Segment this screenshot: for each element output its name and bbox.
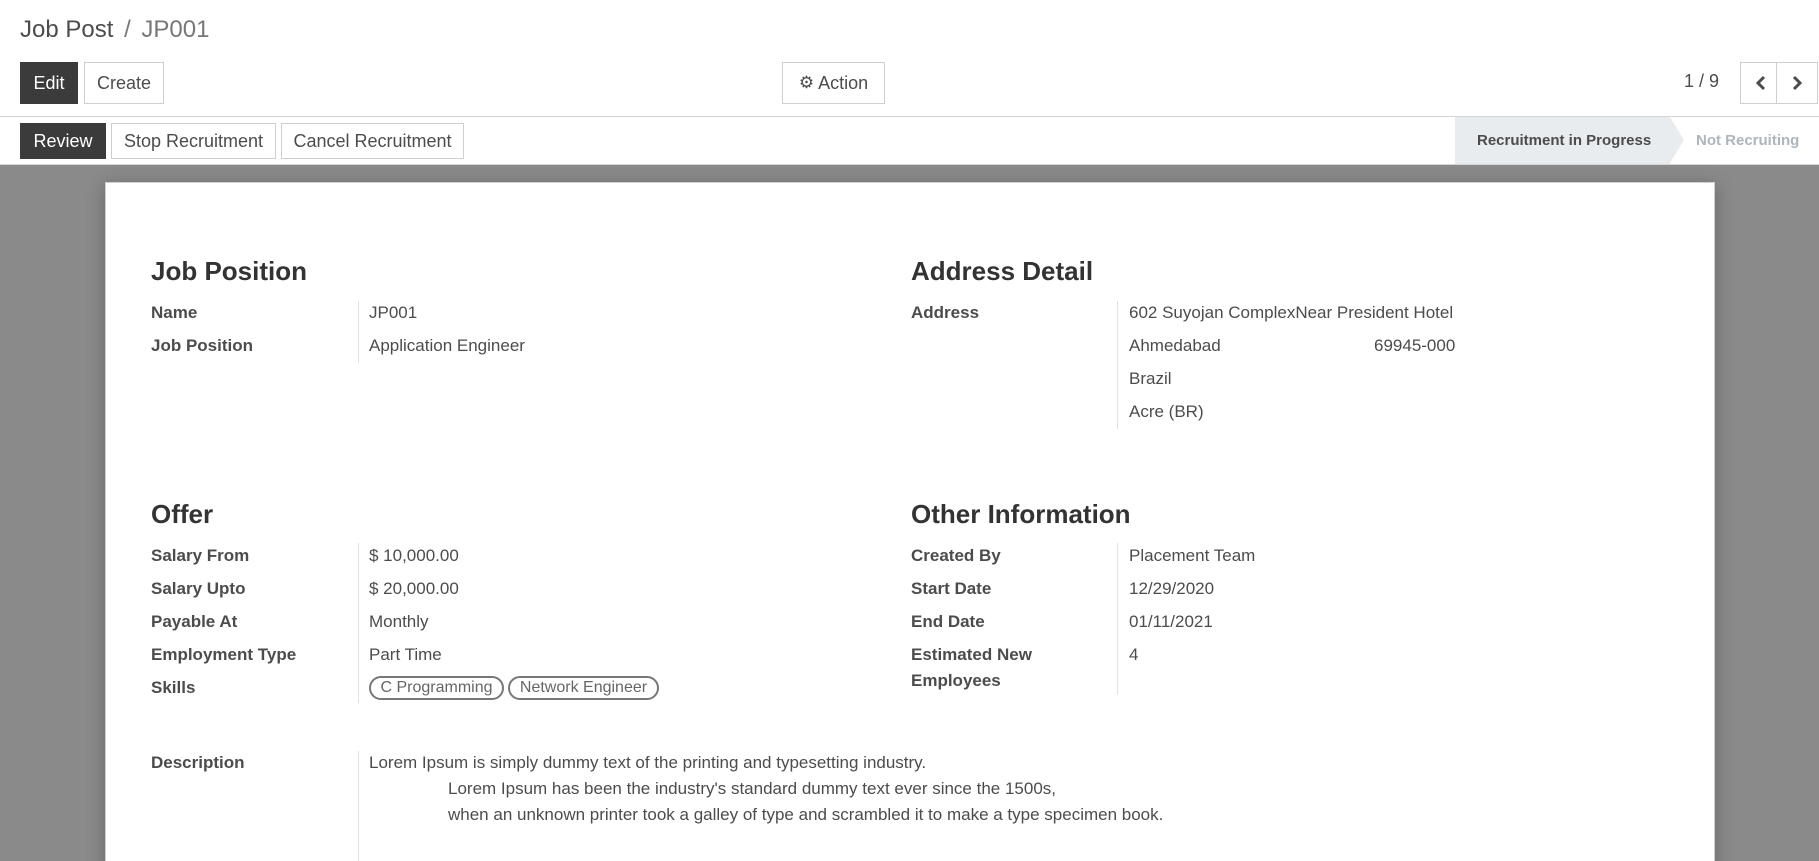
salary-from-value: $ 10,000.00 xyxy=(369,546,459,565)
chevron-right-icon xyxy=(1792,75,1803,91)
cancel-recruitment-button[interactable]: Cancel Recruitment xyxy=(281,123,464,159)
breadcrumb-separator: / xyxy=(124,16,131,43)
job-position-group-title: Job Position xyxy=(151,256,307,286)
stage-arrow xyxy=(1670,117,1684,163)
payable-at-label: Payable At xyxy=(151,612,238,631)
address-label: Address xyxy=(911,303,980,322)
create-button[interactable]: Create xyxy=(84,62,164,104)
field-divider xyxy=(358,543,359,703)
address-city: Ahmedabad xyxy=(1129,336,1221,355)
review-button[interactable]: Review xyxy=(20,123,106,159)
skill-tag[interactable]: Network Engineer xyxy=(508,676,659,700)
estimated-new-employees-label-line2: Employees xyxy=(911,671,1001,690)
edit-button[interactable]: Edit xyxy=(20,62,78,104)
other-information-group-title: Other Information xyxy=(911,499,1131,529)
address-zip: 69945-000 xyxy=(1374,336,1456,355)
gear-icon: ⚙ xyxy=(798,73,815,92)
form-sheet: Job Position Name JP001 Job Position App… xyxy=(105,182,1715,861)
pager-next-button[interactable] xyxy=(1776,62,1818,104)
pager-value[interactable]: 1 / 9 xyxy=(1684,71,1719,92)
salary-from-label: Salary From xyxy=(151,546,250,565)
created-by-label: Created By xyxy=(911,546,1001,565)
description-label: Description xyxy=(151,753,245,772)
skills-label: Skills xyxy=(151,678,196,697)
breadcrumb-parent[interactable]: Job Post xyxy=(20,16,113,43)
chevron-left-icon xyxy=(1755,75,1766,91)
address-country[interactable]: Brazil xyxy=(1129,369,1172,389)
estimated-new-employees-label-line1: Estimated New xyxy=(911,645,1032,664)
address-street: 602 Suyojan ComplexNear President Hotel xyxy=(1129,303,1454,322)
created-by-value[interactable]: Placement Team xyxy=(1129,546,1255,566)
end-date-label: End Date xyxy=(911,612,985,631)
address-state[interactable]: Acre (BR) xyxy=(1129,402,1204,422)
salary-upto-value: $ 20,000.00 xyxy=(369,579,459,598)
start-date-label: Start Date xyxy=(911,579,992,598)
offer-group-title: Offer xyxy=(151,499,214,529)
control-panel: Job Post / JP001 Edit Create ⚙ Action 1 … xyxy=(0,0,1819,117)
stop-recruitment-button[interactable]: Stop Recruitment xyxy=(111,123,276,159)
skill-tag[interactable]: C Programming xyxy=(369,676,504,700)
field-divider xyxy=(1117,301,1118,429)
action-label: Action xyxy=(818,72,869,93)
salary-upto-label: Salary Upto xyxy=(151,579,246,598)
breadcrumb: Job Post / JP001 xyxy=(20,16,209,44)
stage-not-recruiting[interactable]: Not Recruiting xyxy=(1696,117,1799,164)
start-date-value: 12/29/2020 xyxy=(1129,579,1215,598)
payable-at-value: Monthly xyxy=(369,612,429,631)
stage-recruitment-in-progress[interactable]: Recruitment in Progress xyxy=(1455,117,1670,164)
description-line: Lorem Ipsum is simply dummy text of the … xyxy=(369,753,927,772)
address-detail-group-title: Address Detail xyxy=(911,256,1094,286)
status-bar: Review Stop Recruitment Cancel Recruitme… xyxy=(0,117,1819,165)
action-dropdown-button[interactable]: ⚙ Action xyxy=(782,62,885,104)
name-label: Name xyxy=(151,303,198,322)
employment-type-value: Part Time xyxy=(369,645,442,664)
job-position-value[interactable]: Application Engineer xyxy=(369,336,525,356)
estimated-new-employees-value: 4 xyxy=(1129,645,1139,664)
breadcrumb-current: JP001 xyxy=(141,16,210,43)
description-line: Lorem Ipsum has been the industry's stan… xyxy=(448,779,1057,798)
form-canvas: Job Position Name JP001 Job Position App… xyxy=(0,165,1819,861)
field-divider xyxy=(1117,543,1118,695)
field-divider xyxy=(358,751,359,861)
employment-type-label: Employment Type xyxy=(151,645,297,664)
job-position-label: Job Position xyxy=(151,336,253,355)
description-line: when an unknown printer took a galley of… xyxy=(448,805,1164,824)
name-value: JP001 xyxy=(369,303,418,322)
end-date-value: 01/11/2021 xyxy=(1129,612,1213,631)
field-divider xyxy=(358,301,359,363)
